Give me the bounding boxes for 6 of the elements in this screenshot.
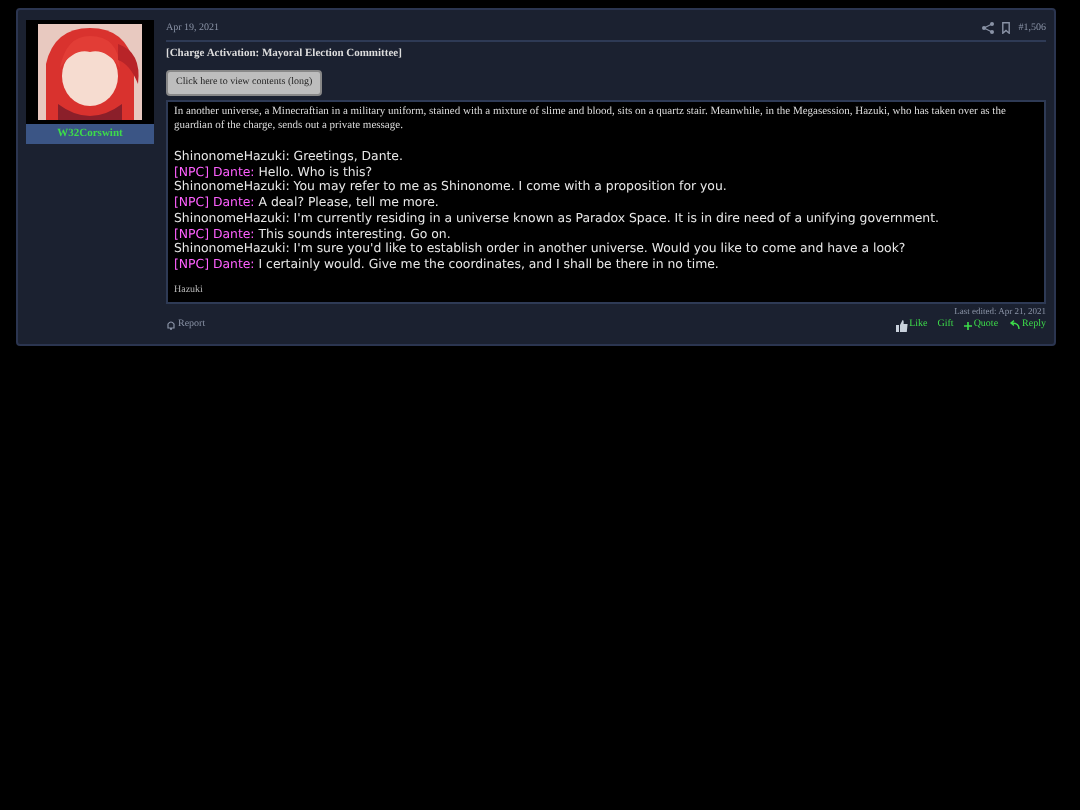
bell-icon <box>166 320 176 331</box>
share-icon[interactable] <box>982 22 995 34</box>
plus-icon <box>963 321 972 330</box>
bookmark-icon[interactable] <box>1002 22 1011 34</box>
reply-icon <box>1008 320 1021 331</box>
thumbs-up-icon <box>895 319 908 332</box>
